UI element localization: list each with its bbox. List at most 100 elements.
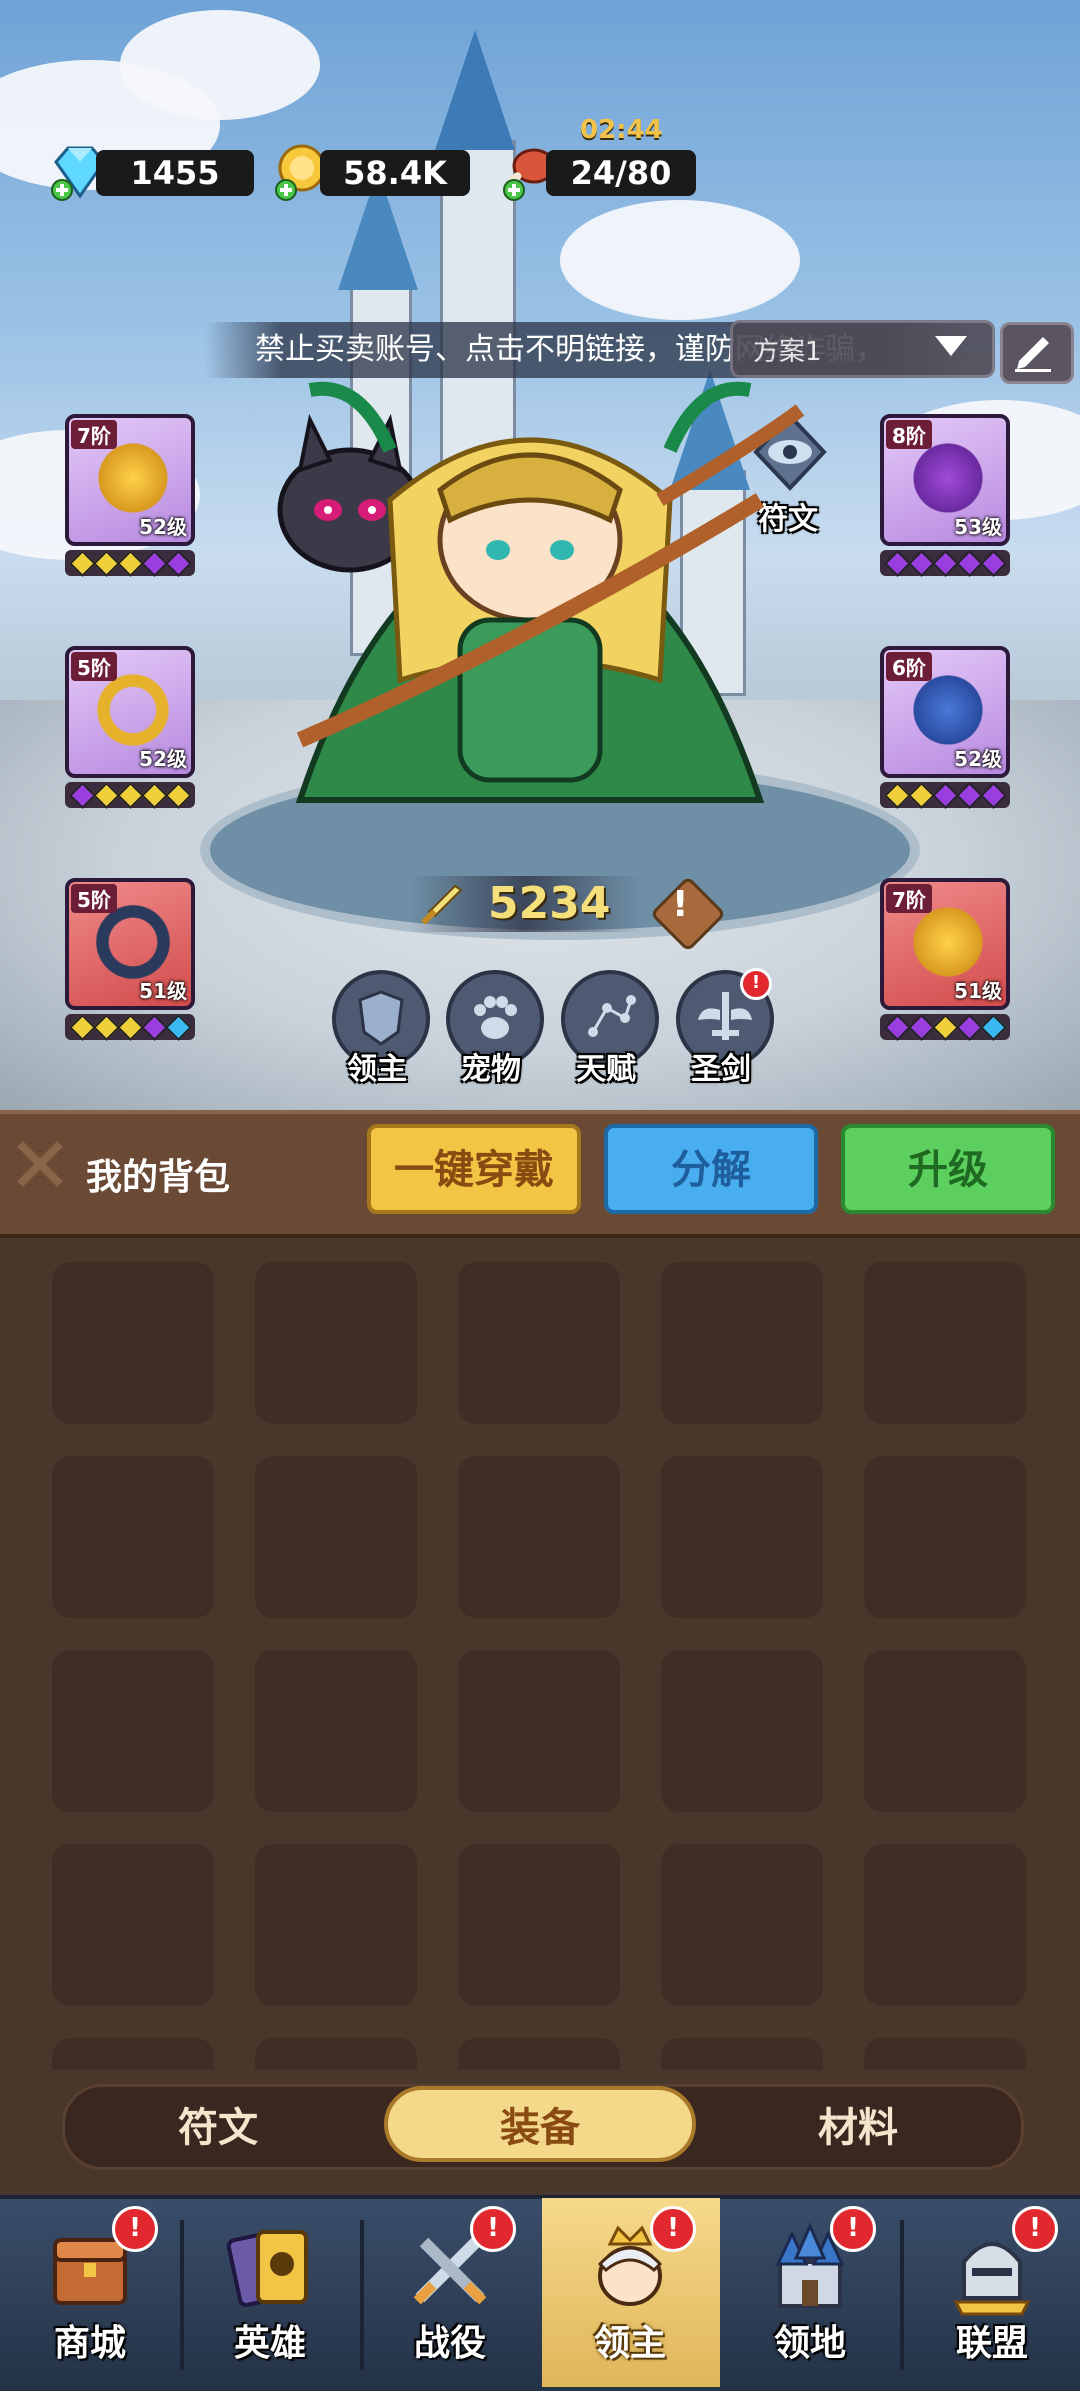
diamond-count: 1455 — [96, 150, 254, 196]
slot-level: 51级 — [954, 979, 1002, 1003]
holy-sword-label: 圣剑 — [691, 1052, 751, 1087]
inventory-slot[interactable] — [52, 2038, 214, 2070]
nav-shop[interactable]: ! 商城 — [0, 2200, 180, 2387]
slot-tier: 8阶 — [886, 420, 932, 449]
inventory-slot[interactable] — [661, 1456, 823, 1618]
inventory-slot[interactable] — [255, 1262, 417, 1424]
inventory-slot[interactable] — [52, 1456, 214, 1618]
inventory-slot[interactable] — [864, 2038, 1026, 2070]
stamina-count: 24/80 — [546, 150, 696, 196]
pencil-icon — [1015, 337, 1051, 372]
bracelet-icon — [93, 902, 173, 982]
equipment-slot-boots[interactable]: 7阶 51级 — [880, 878, 1010, 1010]
stamina-timer: 02:44 — [580, 115, 663, 145]
inventory-slot[interactable] — [458, 2038, 620, 2070]
slot-tier: 6阶 — [886, 652, 932, 681]
inventory-slot[interactable] — [864, 1456, 1026, 1618]
slot-gems — [880, 1013, 1010, 1041]
nav-campaign[interactable]: ! 战役 — [362, 2200, 540, 2387]
inventory-slot[interactable] — [52, 1844, 214, 2006]
slot-level: 52级 — [139, 515, 187, 539]
nav-heroes-label: 英雄 — [233, 2323, 306, 2364]
campaign-alert-badge: ! — [470, 2206, 516, 2252]
inventory-slot[interactable] — [255, 1650, 417, 1812]
gold-count: 58.4K — [320, 150, 470, 196]
slot-tier: 5阶 — [71, 652, 117, 681]
add-stamina-button[interactable] — [504, 176, 534, 206]
alliance-alert-badge: ! — [1012, 2206, 1058, 2252]
add-diamonds-button[interactable] — [54, 176, 84, 206]
hero-elf-archer — [295, 381, 805, 803]
cloud — [560, 200, 800, 320]
inventory-slot[interactable] — [458, 1844, 620, 2006]
equipment-slot-ring[interactable]: 5阶 52级 — [65, 646, 195, 778]
inventory-slot[interactable] — [661, 2038, 823, 2070]
slot-tier: 7阶 — [886, 884, 932, 913]
inventory-slot[interactable] — [661, 1650, 823, 1812]
inventory-grid — [52, 1262, 1032, 2070]
helmet-icon — [908, 438, 988, 518]
holy-sword-alert-badge: ! — [740, 968, 772, 1000]
equipment-slot-helmet[interactable]: 8阶 53级 — [880, 414, 1010, 546]
sword-icon — [421, 884, 463, 925]
inventory-slot[interactable] — [458, 1262, 620, 1424]
inventory-slot[interactable] — [52, 1262, 214, 1424]
inventory-slot[interactable] — [864, 1262, 1026, 1424]
slot-tier: 5阶 — [71, 884, 117, 913]
ring-icon — [93, 670, 173, 750]
tab-material[interactable]: 材料 — [758, 2095, 958, 2153]
equipment-slot-necklace[interactable]: 7阶 52级 — [65, 414, 195, 546]
slot-level: 51级 — [139, 979, 187, 1003]
talent-label: 天赋 — [576, 1052, 636, 1087]
exclamation-icon: ! — [672, 884, 689, 925]
slot-level: 53级 — [954, 515, 1002, 539]
slot-gems — [880, 781, 1010, 809]
cloud — [120, 10, 320, 120]
slot-gems — [880, 549, 1010, 577]
inventory-slot[interactable] — [864, 1844, 1026, 2006]
slot-tier: 7阶 — [71, 420, 117, 449]
territory-alert-badge: ! — [830, 2206, 876, 2252]
equip-all-button[interactable]: 一键穿戴 — [367, 1124, 581, 1214]
inventory-slot[interactable] — [458, 1650, 620, 1812]
inventory-slot[interactable] — [52, 1650, 214, 1812]
nav-alliance[interactable]: ! 联盟 — [902, 2200, 1080, 2387]
inventory-slot[interactable] — [255, 2038, 417, 2070]
nav-shop-label: 商城 — [53, 2323, 126, 2364]
slot-gems — [65, 549, 195, 577]
add-gold-button[interactable] — [276, 176, 306, 206]
tab-rune[interactable]: 符文 — [118, 2095, 318, 2153]
pet-label: 宠物 — [461, 1052, 521, 1087]
preset-label: 方案1 — [753, 337, 822, 367]
nav-campaign-label: 战役 — [413, 2323, 486, 2364]
tab-equipment[interactable]: 装备 — [440, 2095, 640, 2153]
upgrade-button[interactable]: 升级 — [841, 1124, 1055, 1214]
slot-level: 52级 — [954, 747, 1002, 771]
inventory-slot[interactable] — [255, 1456, 417, 1618]
nav-territory[interactable]: ! 领地 — [722, 2200, 898, 2387]
inventory-slot[interactable] — [458, 1456, 620, 1618]
inventory-slot[interactable] — [255, 1844, 417, 2006]
inventory-slot[interactable] — [864, 1650, 1026, 1812]
disassemble-button[interactable]: 分解 — [604, 1124, 818, 1214]
nav-territory-label: 领地 — [773, 2323, 846, 2364]
inventory-slot[interactable] — [661, 1262, 823, 1424]
nav-lord-label: 领主 — [593, 2323, 666, 2364]
chevron-down-icon — [935, 336, 967, 356]
edit-preset-button[interactable] — [1000, 322, 1074, 384]
lord-alert-badge: ! — [650, 2206, 696, 2252]
slot-gems — [65, 781, 195, 809]
nav-heroes[interactable]: 英雄 — [182, 2200, 358, 2387]
shop-alert-badge: ! — [112, 2206, 158, 2252]
hero-cards-icon — [226, 2230, 308, 2307]
equipment-slot-bracelet[interactable]: 5阶 51级 — [65, 878, 195, 1010]
necklace-icon — [93, 438, 173, 518]
backpack-title: 我的背包 — [86, 1157, 231, 1198]
nav-alliance-label: 联盟 — [955, 2323, 1028, 2364]
equipment-slot-armor[interactable]: 6阶 52级 — [880, 646, 1010, 778]
castle-roof — [435, 30, 515, 150]
golden-helm-icon — [908, 902, 988, 982]
nav-lord[interactable]: ! 领主 — [542, 2200, 720, 2387]
inventory-slot[interactable] — [661, 1844, 823, 2006]
lord-label: 领主 — [347, 1052, 407, 1087]
